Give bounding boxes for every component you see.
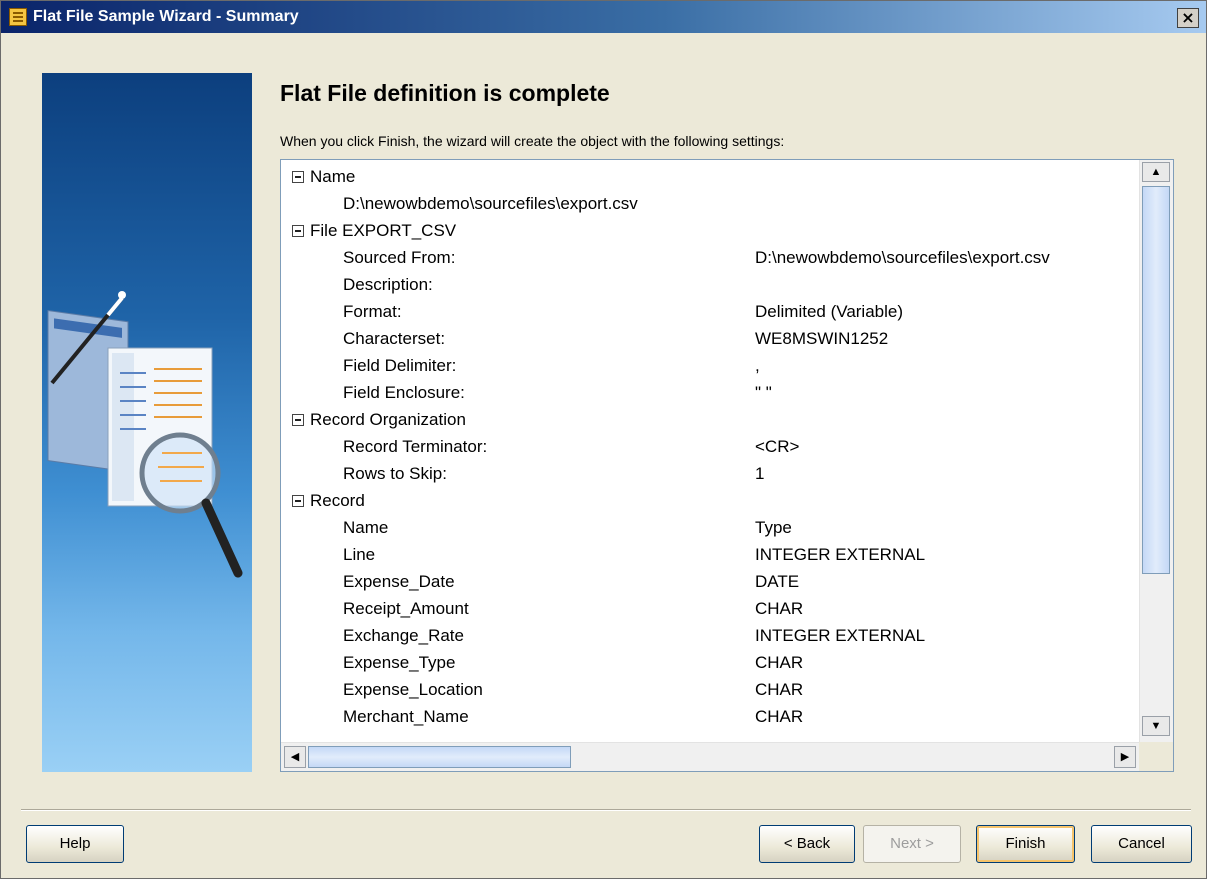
property-value: DATE	[755, 572, 800, 591]
property-label: Characterset:	[343, 329, 446, 348]
scroll-down-icon[interactable]: ▼	[1142, 716, 1170, 736]
window-title: Flat File Sample Wizard - Summary	[33, 8, 299, 25]
tree-property-row: Line INTEGER EXTERNAL	[281, 542, 1139, 568]
wizard-illustration-graphic	[47, 291, 243, 578]
summary-tree[interactable]: Name D:\newowbdemo\sourcefiles\export.csv…	[280, 159, 1174, 772]
property-label: D:\newowbdemo\sourcefiles\export.csv	[343, 194, 638, 213]
tree-property-row: Field Delimiter:,	[281, 353, 1139, 379]
property-value: <CR>	[755, 437, 800, 456]
tree-property-row: Expense_Type CHAR	[281, 650, 1139, 676]
property-value: Type	[755, 518, 792, 537]
property-label: Field Enclosure:	[343, 383, 465, 402]
next-button[interactable]: Next >	[863, 825, 961, 863]
page-title: Flat File definition is complete	[280, 80, 610, 106]
vertical-scrollbar[interactable]: ▲ ▼	[1139, 160, 1173, 742]
tree-property-row: Description:	[281, 272, 1139, 298]
tree-group-label: Record Organization	[310, 410, 466, 429]
collapse-icon[interactable]	[292, 171, 304, 183]
property-label: Sourced From:	[343, 248, 456, 267]
help-button[interactable]: Help	[26, 825, 124, 863]
property-value: CHAR	[755, 707, 804, 726]
property-value: 1	[755, 464, 765, 483]
property-label: Name	[343, 518, 389, 537]
property-value: INTEGER EXTERNAL	[755, 545, 926, 564]
property-label: Line	[343, 545, 376, 564]
property-label: Expense_Type	[343, 653, 456, 672]
tree-property-row: D:\newowbdemo\sourcefiles\export.csv	[281, 191, 1139, 217]
button-divider	[21, 809, 1191, 811]
property-label: Record Terminator:	[343, 437, 488, 456]
app-icon	[9, 8, 27, 26]
tree-group-label: Record	[310, 491, 365, 510]
close-button[interactable]: ×	[1177, 8, 1199, 28]
tree-property-row: Exchange_Rate INTEGER EXTERNAL	[281, 623, 1139, 649]
property-label: Description:	[343, 275, 433, 294]
collapse-icon[interactable]	[292, 495, 304, 507]
wizard-illustration	[42, 73, 252, 772]
back-button[interactable]: < Back	[759, 825, 855, 863]
property-value: INTEGER EXTERNAL	[755, 626, 926, 645]
property-label: Receipt_Amount	[343, 599, 469, 618]
page-intro: When you click Finish, the wizard will c…	[280, 133, 785, 149]
property-value: CHAR	[755, 599, 804, 618]
cancel-button[interactable]: Cancel	[1091, 825, 1192, 863]
property-value: D:\newowbdemo\sourcefiles\export.csv	[755, 248, 1050, 267]
tree-group-row: File EXPORT_CSV	[281, 218, 1139, 244]
tree-property-row: Rows to Skip: 1	[281, 461, 1139, 487]
title-bar: Flat File Sample Wizard - Summary ×	[1, 1, 1206, 33]
horizontal-scroll-thumb[interactable]	[308, 746, 571, 768]
property-label: Exchange_Rate	[343, 626, 464, 645]
property-value: CHAR	[755, 653, 804, 672]
property-value: Delimited (Variable)	[755, 302, 904, 321]
property-label: Expense_Location	[343, 680, 483, 699]
tree-property-row: Sourced From: D:\newowbdemo\sourcefiles\e…	[281, 245, 1139, 271]
tree-property-row: Format: Delimited (Variable)	[281, 299, 1139, 325]
tree-property-row: Merchant_Name CHAR	[281, 704, 1139, 730]
property-label: Format:	[343, 302, 402, 321]
collapse-icon[interactable]	[292, 225, 304, 237]
property-value: CHAR	[755, 680, 804, 699]
collapse-icon[interactable]	[292, 414, 304, 426]
scroll-left-icon[interactable]: ◀	[284, 746, 306, 768]
tree-group-label: Name	[310, 167, 356, 186]
property-value: " "	[755, 383, 772, 402]
property-label: Field Delimiter:	[343, 356, 457, 375]
scroll-right-icon[interactable]: ▶	[1114, 746, 1136, 768]
tree-group-row: Name	[281, 164, 1139, 190]
tree-property-row: Field Enclosure: " "	[281, 380, 1139, 406]
summary-tree-rows: Name D:\newowbdemo\sourcefiles\export.csv…	[281, 160, 1139, 742]
horizontal-scrollbar[interactable]: ◀ ▶	[281, 742, 1139, 771]
tree-property-row: Record Terminator: <CR>	[281, 434, 1139, 460]
vertical-scroll-thumb[interactable]	[1142, 186, 1170, 574]
tree-property-row: Expense_Location CHAR	[281, 677, 1139, 703]
tree-group-row: Record	[281, 488, 1139, 514]
property-label: Expense_Date	[343, 572, 455, 591]
property-value: ,	[755, 356, 760, 375]
wizard-window: Flat File Sample Wizard - Summary × Flat…	[0, 0, 1207, 879]
property-label: Rows to Skip:	[343, 464, 447, 483]
tree-group-label: File EXPORT_CSV	[310, 221, 457, 240]
finish-button[interactable]: Finish	[976, 825, 1075, 863]
tree-property-row: Receipt_Amount CHAR	[281, 596, 1139, 622]
tree-property-row: Name Type	[281, 515, 1139, 541]
tree-group-row: Record Organization	[281, 407, 1139, 433]
tree-property-row: Expense_Date DATE	[281, 569, 1139, 595]
scroll-up-icon[interactable]: ▲	[1142, 162, 1170, 182]
scrollbar-corner	[1139, 742, 1173, 771]
tree-property-row: Characterset: WE8MSWIN1252	[281, 326, 1139, 352]
property-label: Merchant_Name	[343, 707, 469, 726]
property-value: WE8MSWIN1252	[755, 329, 889, 348]
